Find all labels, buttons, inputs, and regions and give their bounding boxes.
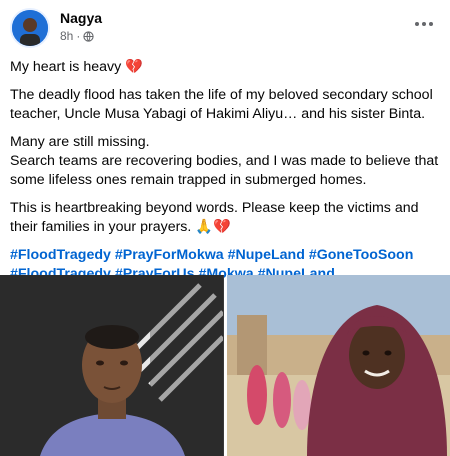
more-dot-icon	[429, 22, 433, 26]
post-photos	[0, 275, 450, 456]
post-meta: 8h ·	[60, 29, 94, 43]
author-name[interactable]: Nagya	[60, 10, 102, 26]
avatar[interactable]	[10, 8, 50, 48]
globe-icon	[83, 30, 94, 42]
more-dot-icon	[415, 22, 419, 26]
post-line: Many are still missing.	[10, 134, 150, 150]
post-paragraph: My heart is heavy 💔	[10, 59, 143, 75]
photo-woman[interactable]	[226, 275, 450, 456]
photo-man[interactable]	[0, 275, 224, 456]
hashtag-link[interactable]: #PrayForMokwa	[115, 247, 224, 263]
post-header: Nagya 8h ·	[10, 8, 440, 48]
hashtag-link[interactable]: #FloodTragedy	[10, 247, 111, 263]
post-line: Search teams are recovering bodies, and …	[10, 153, 439, 188]
post-paragraph: The deadly flood has taken the life of m…	[10, 87, 433, 122]
post-paragraph: This is heartbreaking beyond words. Plea…	[10, 200, 419, 235]
post-card: Nagya 8h · My heart is heavy 💔 The deadl…	[0, 0, 450, 456]
post-paragraph: Many are still missing. Search teams are…	[10, 133, 440, 190]
more-options-button[interactable]	[412, 14, 436, 34]
post-time[interactable]: 8h	[60, 29, 73, 43]
more-dot-icon	[422, 22, 426, 26]
hashtag-link[interactable]: #GoneTooSoon	[309, 247, 414, 263]
post-body: My heart is heavy 💔 The deadly flood has…	[10, 58, 440, 284]
hashtag-link[interactable]: #NupeLand	[228, 247, 305, 263]
